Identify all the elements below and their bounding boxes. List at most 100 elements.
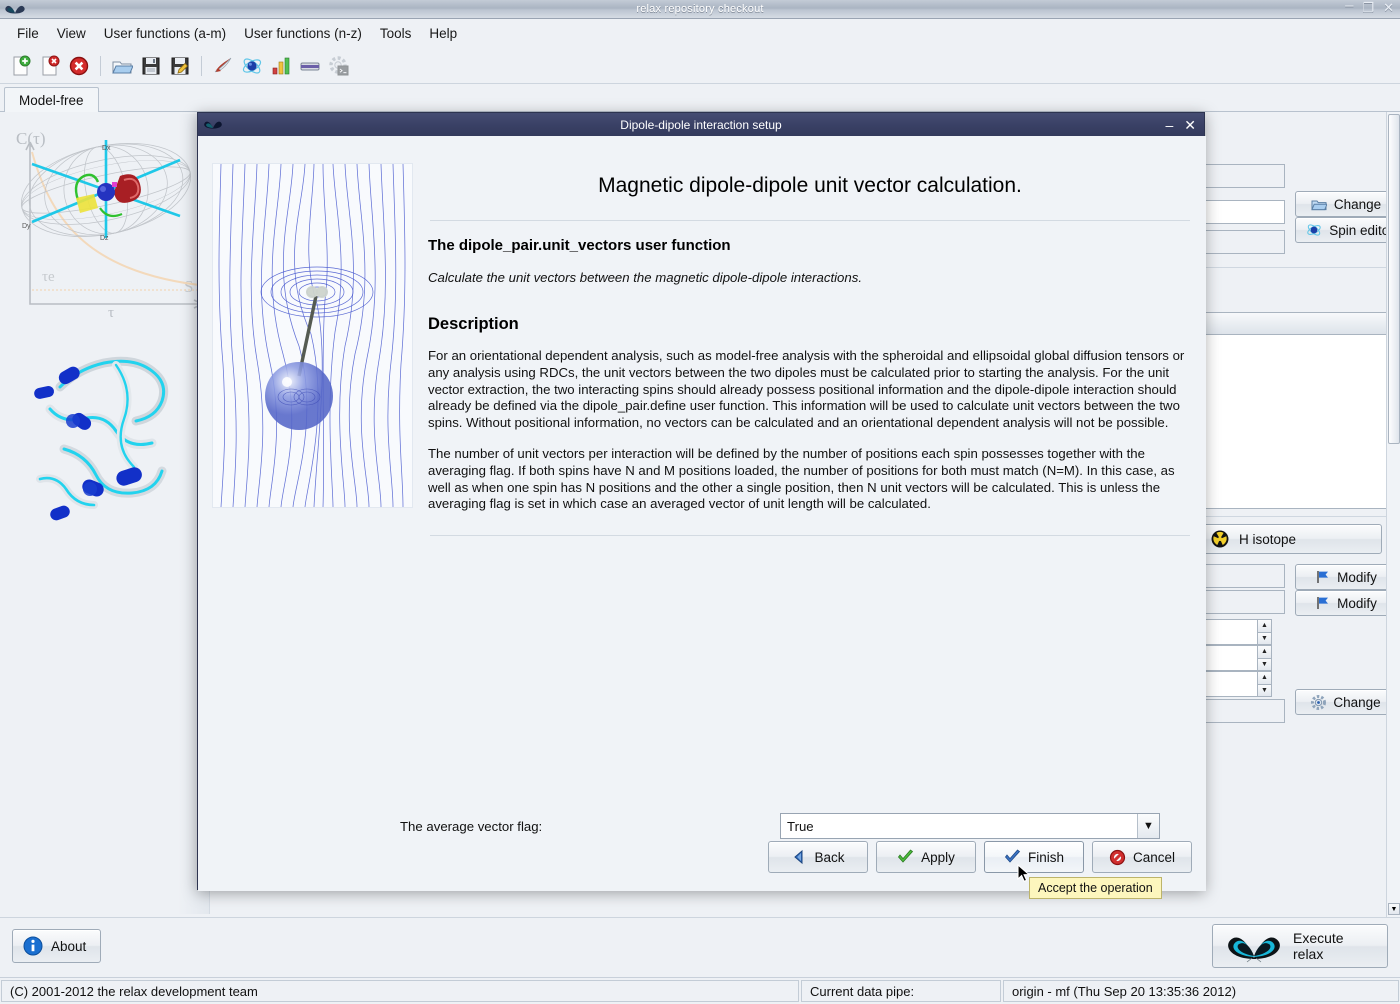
- stepper-buttons-1: ▲ ▼: [1257, 619, 1272, 645]
- flag-icon: [1315, 596, 1330, 610]
- toolbar-separator-2: [201, 56, 202, 76]
- spin-listbox[interactable]: [1196, 312, 1390, 509]
- back-arrow-icon: [791, 849, 807, 865]
- menu-view[interactable]: View: [48, 23, 95, 44]
- stepper-down-icon-3[interactable]: ▼: [1257, 684, 1272, 698]
- statusbar-pipe-label: Current data pipe:: [801, 980, 1001, 1002]
- gear-icon: [1311, 695, 1326, 710]
- new-analysis-icon[interactable]: [8, 53, 34, 79]
- about-label: About: [51, 939, 86, 954]
- average-vector-flag-select[interactable]: True ▼: [780, 813, 1160, 839]
- menu-file[interactable]: File: [8, 23, 48, 44]
- dialog-close-button[interactable]: ✕: [1184, 118, 1196, 132]
- back-label: Back: [814, 850, 844, 865]
- folder-icon: [1311, 198, 1327, 211]
- dialog-minimize-button[interactable]: –: [1165, 118, 1173, 132]
- finish-button[interactable]: Finish: [984, 841, 1084, 873]
- svg-text:τ: τ: [108, 305, 114, 319]
- relax-butterfly-logo-icon: [203, 118, 223, 131]
- description-paragraph-2: The number of unit vectors per interacti…: [428, 446, 1194, 513]
- spin-editor-button[interactable]: Spin editor: [1295, 217, 1400, 243]
- quantity-stepper-2[interactable]: ▲ ▼: [1195, 645, 1272, 671]
- dipole-dipole-field-lines-graphic: [212, 163, 413, 508]
- cancel-button[interactable]: Cancel: [1092, 841, 1192, 873]
- modify-button-2[interactable]: Modify: [1295, 590, 1397, 616]
- right-field-4[interactable]: [1195, 564, 1285, 588]
- stepper-up-icon-2[interactable]: ▲: [1257, 645, 1272, 658]
- bottom-bar: About Execute relax: [0, 917, 1400, 977]
- window-maximize-button[interactable]: ❐: [1362, 1, 1374, 15]
- close-analysis-icon[interactable]: [37, 53, 63, 79]
- apply-button[interactable]: Apply: [876, 841, 976, 873]
- spin-viewer-icon: [1306, 222, 1322, 238]
- menu-user-functions-n-z[interactable]: User functions (n-z): [235, 23, 371, 44]
- toolbar-separator: [100, 56, 101, 76]
- window-title: relax repository checkout: [0, 3, 1400, 15]
- tab-model-free[interactable]: Model-free: [4, 87, 99, 114]
- data-pipe-editor-icon[interactable]: [297, 53, 323, 79]
- analysis-vertical-scrollbar[interactable]: ▼: [1386, 112, 1400, 917]
- dialog-title: Dipole-dipole interaction setup: [198, 118, 1204, 132]
- window-minimize-button[interactable]: –: [1345, 0, 1353, 13]
- open-state-icon[interactable]: [109, 53, 135, 79]
- change-button-2[interactable]: Change: [1295, 689, 1397, 715]
- flag-icon: [1315, 570, 1330, 584]
- quantity-stepper-3[interactable]: ▲ ▼: [1195, 671, 1272, 697]
- structure-field-3[interactable]: [1195, 230, 1285, 254]
- scroll-down-icon[interactable]: ▼: [1388, 903, 1400, 915]
- average-vector-flag-label: The average vector flag:: [400, 819, 780, 834]
- description-paragraph-1: For an orientational dependent analysis,…: [428, 348, 1194, 432]
- stepper-buttons-3: ▲ ▼: [1257, 671, 1272, 697]
- statusbar-pipe-value: origin - mf (Thu Sep 20 13:35:36 2012): [1003, 980, 1399, 1002]
- tooltip: Accept the operation: [1029, 877, 1162, 899]
- svg-text:C(τ): C(τ): [16, 129, 46, 148]
- quantity-stepper-1[interactable]: ▲ ▼: [1195, 619, 1272, 645]
- menu-tools[interactable]: Tools: [371, 23, 421, 44]
- stepper-down-icon-1[interactable]: ▼: [1257, 632, 1272, 646]
- analysis-left-column: C(τ) τ τe S: [2, 114, 210, 914]
- save-state-icon[interactable]: [138, 53, 164, 79]
- structure-field-1[interactable]: [1195, 164, 1285, 188]
- dialog-titlebar: Dipole-dipole interaction setup – ✕: [198, 113, 1204, 136]
- execute-relax-button[interactable]: Execute relax: [1212, 924, 1388, 968]
- radioactive-icon: [1211, 530, 1229, 548]
- about-button[interactable]: About: [12, 929, 101, 963]
- stepper-down-icon-2[interactable]: ▼: [1257, 658, 1272, 672]
- back-button[interactable]: Back: [768, 841, 868, 873]
- analysis-right-column: Change Spin editor: [1210, 112, 1398, 917]
- spin-viewer-icon[interactable]: [239, 53, 265, 79]
- stepper-buttons-2: ▲ ▼: [1257, 645, 1272, 671]
- protein-structure-graphic: [20, 329, 205, 524]
- execute-relax-label: Execute relax: [1293, 930, 1375, 962]
- run-script-icon[interactable]: [210, 53, 236, 79]
- tabstrip: Model-free: [0, 85, 1400, 112]
- spin-editor-label: Spin editor: [1329, 223, 1394, 238]
- menu-user-functions-a-m[interactable]: User functions (a-m): [95, 23, 235, 44]
- svg-text:S: S: [184, 277, 193, 296]
- structure-field-2[interactable]: [1195, 200, 1285, 224]
- dialog-divider-bottom: [430, 535, 1190, 536]
- window-close-button[interactable]: ✕: [1383, 1, 1394, 15]
- statusbar-copyright: (C) 2001-2012 the relax development team: [1, 980, 799, 1002]
- relax-console-icon[interactable]: [326, 53, 352, 79]
- scrollbar-thumb[interactable]: [1388, 114, 1400, 444]
- modify-label-2: Modify: [1337, 596, 1377, 611]
- window-controls: – ❐ ✕: [1345, 1, 1394, 15]
- right-field-6[interactable]: [1195, 699, 1285, 723]
- stepper-up-icon-1[interactable]: ▲: [1257, 619, 1272, 632]
- change-structure-button[interactable]: Change: [1295, 191, 1397, 217]
- modify-button-1[interactable]: Modify: [1295, 564, 1397, 590]
- dialog-heading: Magnetic dipole-dipole unit vector calcu…: [426, 136, 1194, 198]
- stepper-up-icon-3[interactable]: ▲: [1257, 671, 1272, 684]
- isotope-badge[interactable]: H isotope: [1202, 524, 1382, 554]
- menubar: File View User functions (a-m) User func…: [0, 19, 1400, 48]
- svg-text:Dx: Dx: [102, 145, 111, 152]
- dialog-divider-top: [430, 220, 1190, 221]
- chevron-down-icon[interactable]: ▼: [1137, 814, 1159, 838]
- menu-help[interactable]: Help: [420, 23, 466, 44]
- close-all-analyses-icon[interactable]: [66, 53, 92, 79]
- save-state-as-icon[interactable]: [167, 53, 193, 79]
- dialog-main-column: Magnetic dipole-dipole unit vector calcu…: [426, 136, 1194, 891]
- results-viewer-icon[interactable]: [268, 53, 294, 79]
- right-field-5[interactable]: [1195, 590, 1285, 614]
